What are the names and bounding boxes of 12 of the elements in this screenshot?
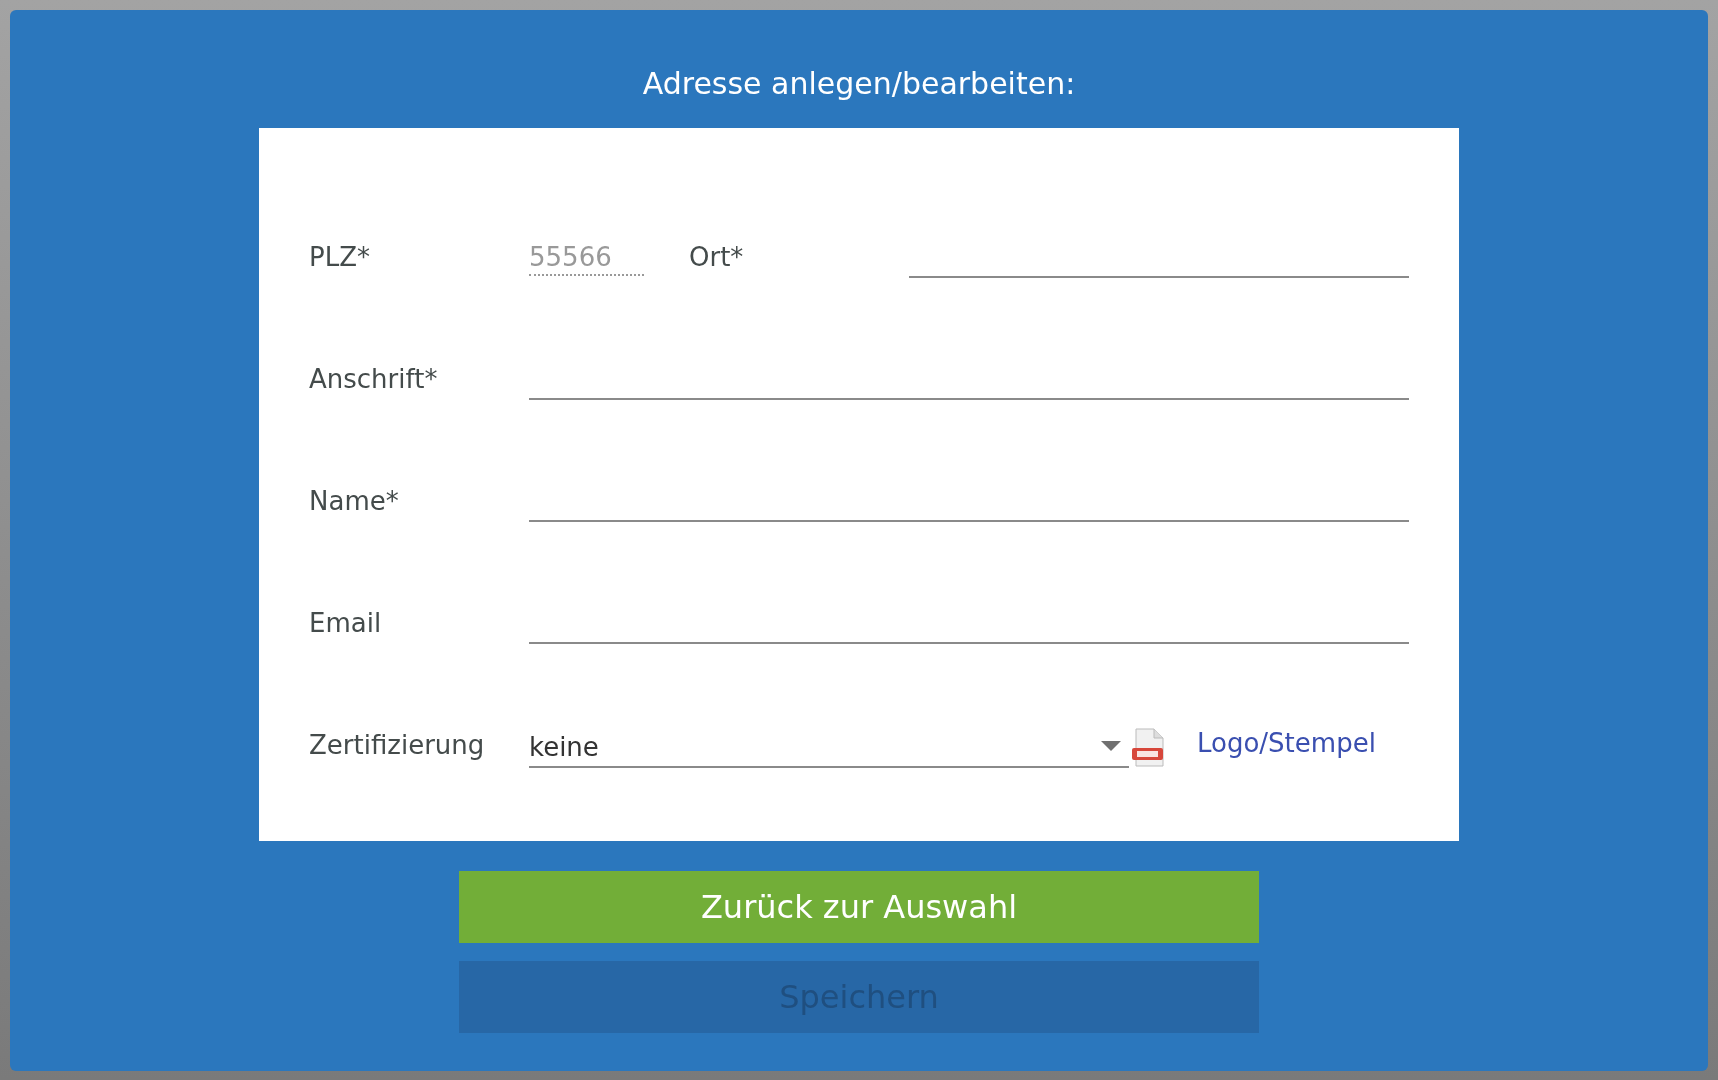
dropdown[interactable]: keine [529, 728, 1129, 768]
dialog-title: Adresse anlegen/bearbeiten: [642, 66, 1076, 103]
field-label: PLZ* [309, 241, 371, 272]
field-label: Zertifizierung [309, 729, 486, 760]
field-label: Ort* [689, 241, 745, 272]
pdf-file-icon [1131, 728, 1167, 768]
field-label: Email [309, 607, 383, 638]
back-button[interactable]: Zurück zur Auswahl [459, 871, 1259, 943]
field-label: Name* [309, 485, 400, 516]
logo-link[interactable]: Logo/Stempel [1197, 728, 1376, 758]
caret-icon [1101, 741, 1121, 753]
field-label: Anschrift* [309, 363, 439, 394]
